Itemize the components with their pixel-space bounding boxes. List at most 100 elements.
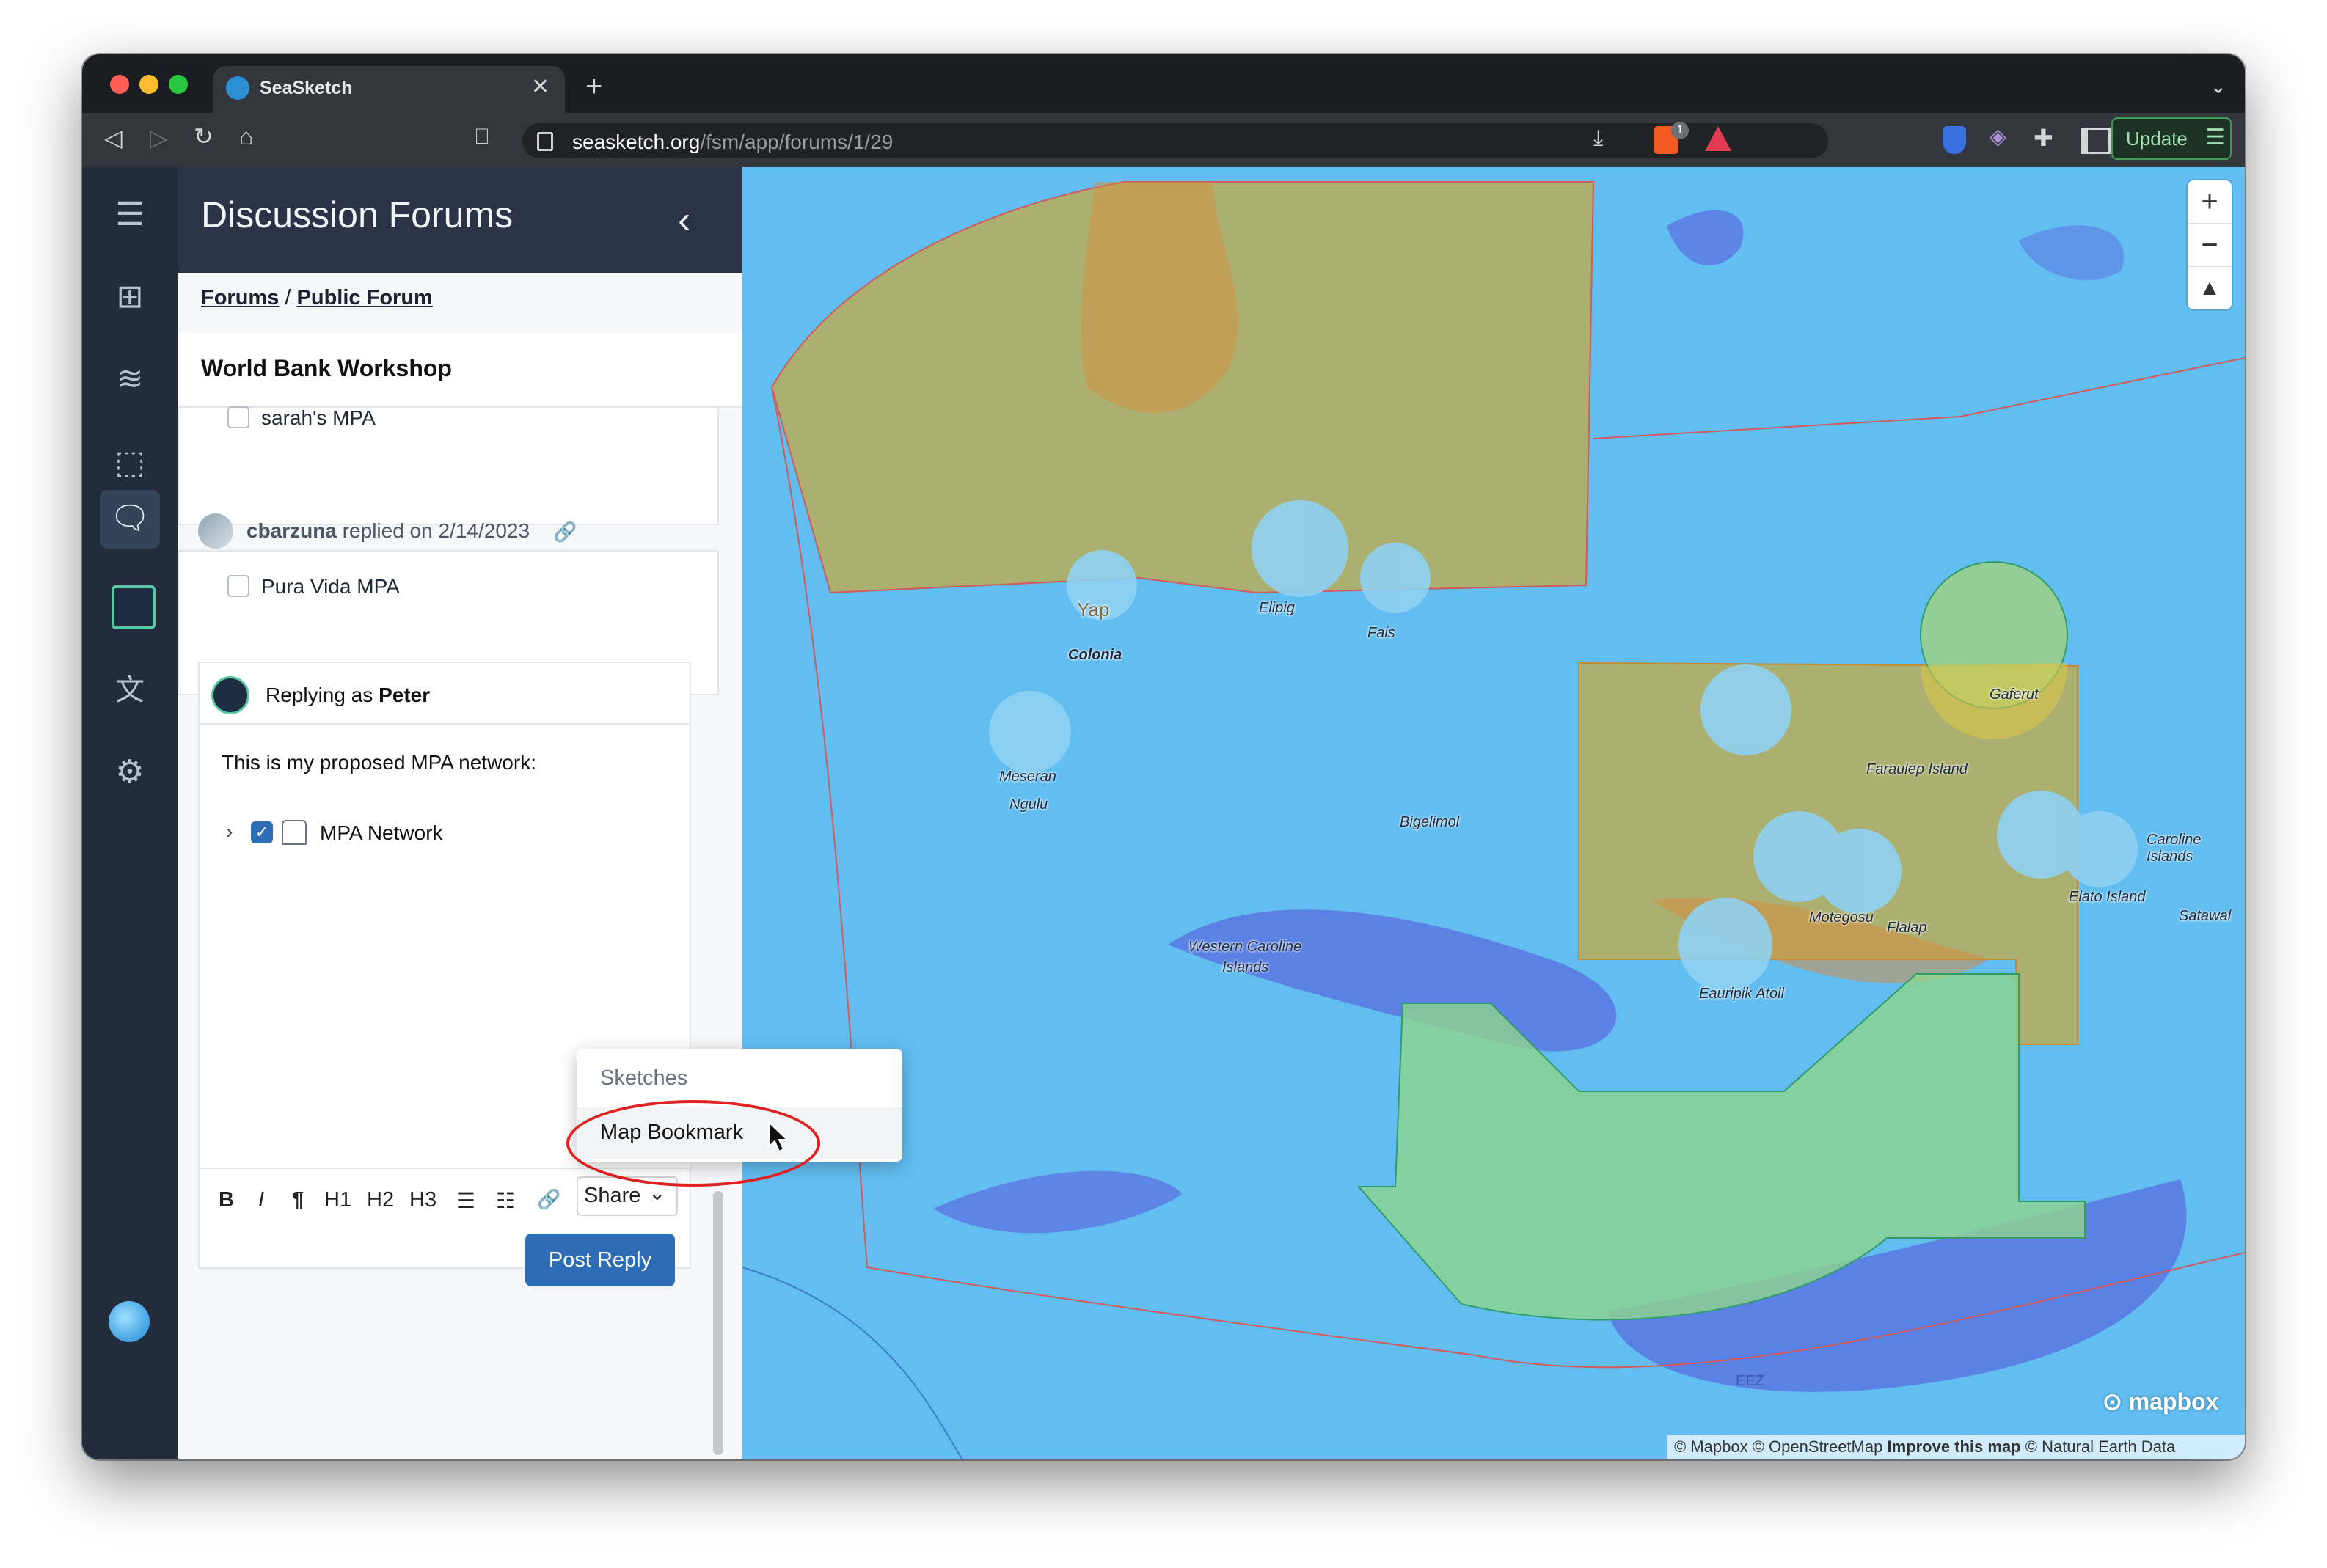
bold-button[interactable]: B xyxy=(219,1188,234,1212)
extension-icon[interactable]: ◈ xyxy=(1990,126,2006,148)
post-reply-button[interactable]: Post Reply xyxy=(525,1234,675,1286)
zoom-window-button[interactable] xyxy=(169,75,188,94)
sketch-item-label: Pura Vida MPA xyxy=(261,575,400,598)
panel-scrollbar[interactable] xyxy=(713,1191,723,1455)
author-avatar xyxy=(198,513,233,549)
map-label-eauripik: Eauripik Atoll xyxy=(1699,986,1784,1002)
improve-map-link[interactable]: Improve this map xyxy=(1887,1437,2020,1456)
sketch-checkbox[interactable] xyxy=(227,406,249,428)
post-author[interactable]: cbarzuna xyxy=(246,519,337,542)
shields-badge: 1 xyxy=(1671,122,1689,139)
expand-chevron-icon[interactable]: › xyxy=(226,820,233,843)
forward-icon[interactable]: ▷ xyxy=(150,126,168,150)
map-label-eez: EEZ xyxy=(1736,1373,1764,1389)
map-label-western-caroline: Western Caroline xyxy=(1188,939,1302,955)
map-label-caroline: Caroline Islands xyxy=(2147,832,2202,865)
new-tab-icon[interactable]: + xyxy=(585,72,602,101)
map-label-fais: Fais xyxy=(1367,625,1395,641)
map-label-gaferut: Gaferut xyxy=(1990,686,2039,703)
map-canvas xyxy=(742,167,2245,1459)
map-label-yap: Yap xyxy=(1077,598,1110,620)
collapse-panel-icon[interactable]: ‹ xyxy=(678,198,690,242)
zoom-out-button[interactable]: − xyxy=(2188,224,2232,267)
back-icon[interactable]: ◁ xyxy=(104,126,123,150)
h1-button[interactable]: H1 xyxy=(324,1188,351,1212)
attachment-label: MPA Network xyxy=(320,821,443,844)
compass-button[interactable]: ▲ xyxy=(2188,267,2232,309)
map-label-colonia: Colonia xyxy=(1068,647,1122,663)
sketch-icon[interactable]: ⬚ xyxy=(109,442,151,484)
zoom-in-button[interactable]: + xyxy=(2188,180,2232,224)
map-label-elipig: Elipig xyxy=(1259,600,1295,616)
seasketch-favicon-icon xyxy=(226,76,249,100)
bookmark-icon[interactable]: ⎕ xyxy=(475,126,489,148)
bullet-list-icon[interactable]: ☰ xyxy=(456,1188,475,1214)
reply-body-text[interactable]: This is my proposed MPA network: xyxy=(222,751,536,774)
reply-user: Peter xyxy=(379,684,431,706)
map-label-motegosu: Motegosu xyxy=(1809,909,1874,926)
close-tab-icon[interactable]: ✕ xyxy=(531,76,549,98)
permalink-icon[interactable]: 🔗 xyxy=(553,521,577,543)
tab-title: SeaSketch xyxy=(260,78,353,98)
map-icon[interactable]: ⊞ xyxy=(109,276,151,318)
avatar-icon[interactable] xyxy=(112,585,156,629)
link-icon[interactable]: 🔗 xyxy=(537,1188,560,1211)
layers-icon[interactable]: ≋ xyxy=(109,358,151,400)
breadcrumb: Forums / Public Forum xyxy=(201,286,433,309)
map-view[interactable]: Yap Colonia Elipig Fais Meseran Ngulu Ga… xyxy=(742,167,2245,1459)
user-avatar xyxy=(211,676,249,714)
collection-folder-icon xyxy=(282,820,307,845)
h3-button[interactable]: H3 xyxy=(409,1188,436,1212)
reload-icon[interactable]: ↻ xyxy=(194,125,213,148)
topic-title: World Bank Workshop xyxy=(201,355,452,381)
map-label-faraulep: Faraulep Island xyxy=(1866,761,1968,777)
post-replied-text: replied on 2/14/2023 xyxy=(342,519,530,542)
attachment-checkbox-icon[interactable]: ✓ xyxy=(251,821,273,843)
forum-icon[interactable]: 🗨 xyxy=(109,497,151,540)
paragraph-button[interactable]: ¶ xyxy=(292,1188,304,1212)
ordered-list-icon[interactable]: ☷ xyxy=(496,1188,515,1214)
brave-rewards-icon[interactable] xyxy=(1705,126,1731,151)
extensions-puzzle-icon[interactable]: ✚ xyxy=(2034,126,2053,150)
update-button[interactable]: Update ☰ xyxy=(2111,117,2232,160)
map-label-satawal: Satawal xyxy=(2179,908,2232,924)
mapbox-logo[interactable]: ⊙ mapbox xyxy=(2103,1388,2218,1415)
map-attribution: © Mapbox © OpenStreetMap Improve this ma… xyxy=(1667,1435,2245,1459)
post-card xyxy=(178,408,719,525)
italic-button[interactable]: I xyxy=(258,1188,264,1212)
map-label-ngulu: Ngulu xyxy=(1009,796,1048,813)
replying-as: Replying as Peter xyxy=(266,684,431,706)
bitwarden-icon[interactable] xyxy=(1943,126,1966,154)
breadcrumb-public-forum-link[interactable]: Public Forum xyxy=(297,286,433,309)
browser-window: SeaSketch ✕ + ⌄ ◁ ▷ ↻ ⌂ ⎕ seasketch.org/… xyxy=(82,54,2245,1459)
sketch-item-label: sarah's MPA xyxy=(261,406,376,429)
translate-icon[interactable]: 文 xyxy=(109,669,151,711)
post-meta: cbarzuna replied on 2/14/2023 xyxy=(246,519,530,543)
tab-list-chevron-icon[interactable]: ⌄ xyxy=(2210,76,2226,97)
seasketch-logo-icon[interactable] xyxy=(109,1301,150,1342)
lock-icon xyxy=(537,132,553,151)
breadcrumb-forums-link[interactable]: Forums xyxy=(201,286,279,309)
map-label-bigelimol: Bigelimol xyxy=(1400,814,1460,830)
sidebar-toggle-icon[interactable] xyxy=(2081,128,2111,154)
sketch-checkbox[interactable] xyxy=(227,575,249,597)
panel-title: Discussion Forums xyxy=(201,194,514,235)
update-menu-icon: ☰ xyxy=(2205,125,2225,150)
mapbox-logo-icon: ⊙ xyxy=(2103,1388,2122,1415)
map-label-meseran: Meseran xyxy=(999,769,1056,785)
divider xyxy=(198,723,691,725)
map-label-islands: Islands xyxy=(1222,959,1269,975)
map-zoom-controls: + − ▲ xyxy=(2188,180,2232,309)
url-text[interactable]: seasketch.org/fsm/app/forums/1/29 xyxy=(572,131,893,154)
h2-button[interactable]: H2 xyxy=(367,1188,394,1212)
menu-icon[interactable]: ☰ xyxy=(109,194,151,236)
close-window-button[interactable] xyxy=(110,75,129,94)
map-label-elato: Elato Island xyxy=(2069,889,2146,905)
download-icon[interactable]: ⤓ xyxy=(1593,128,1603,150)
home-icon[interactable]: ⌂ xyxy=(239,125,253,148)
map-label-flalap: Flalap xyxy=(1887,920,1927,936)
mouse-cursor-icon xyxy=(768,1121,789,1153)
minimize-window-button[interactable] xyxy=(139,75,158,94)
menu-item-sketches[interactable]: Sketches xyxy=(600,1066,687,1091)
settings-icon[interactable]: ⚙ xyxy=(109,751,151,794)
